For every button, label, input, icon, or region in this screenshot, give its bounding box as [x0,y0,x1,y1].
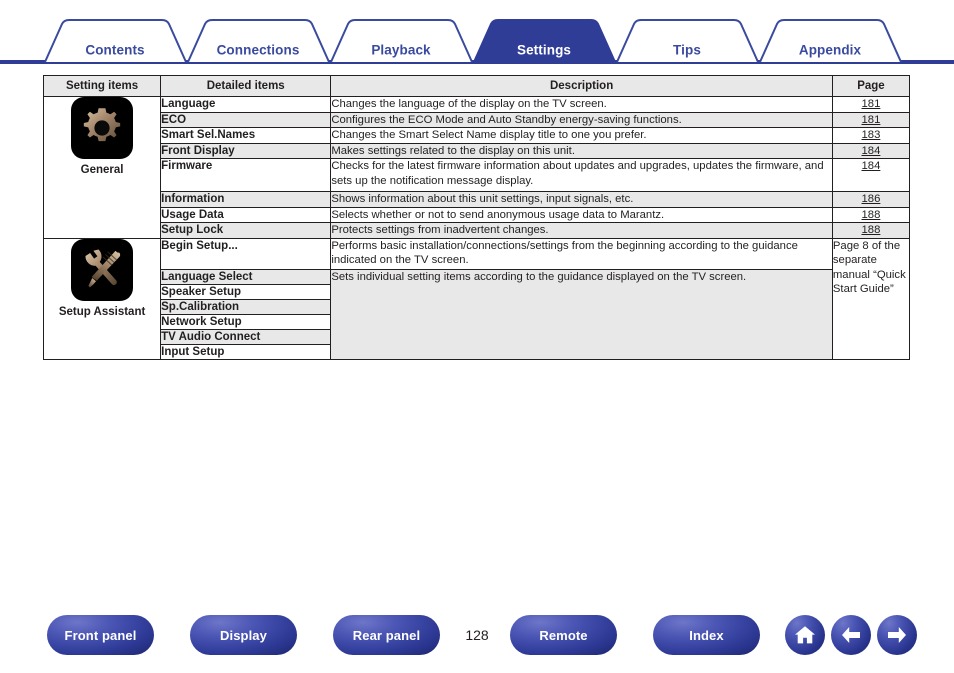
desc-information: Shows information about this unit settin… [330,191,833,208]
detail-network-setup[interactable]: Network Setup [160,313,332,330]
header-setting-items: Setting items [42,75,162,97]
page-link[interactable]: 181 [862,98,881,110]
detail-speaker-setup[interactable]: Speaker Setup [160,283,332,300]
page-link[interactable]: 184 [862,145,881,157]
front-panel-button[interactable]: Front panel [47,615,154,655]
tab-shape-contents[interactable] [44,19,187,63]
table-row: Information Shows information about this… [44,191,911,208]
desc-front-display: Makes settings related to the display on… [330,142,833,159]
back-button[interactable] [831,615,871,655]
desc-language: Changes the language of the display on t… [330,96,833,113]
detail-setup-lock[interactable]: Setup Lock [160,222,332,239]
table-row: Setup Assistant Begin Setup... Performs … [42,237,911,360]
desc-setup-assistant-items: Sets individual setting items according … [330,268,833,360]
page-link[interactable]: 188 [862,209,881,221]
detail-eco[interactable]: ECO [160,111,332,128]
tab-shape-settings[interactable] [473,19,616,63]
header-description: Description [330,75,833,97]
table-row: Language Select Sets individual setting … [44,268,910,360]
tab-shape-appendix[interactable] [759,19,902,63]
page-link[interactable]: 181 [862,114,881,126]
home-button[interactable] [785,615,825,655]
desc-begin-setup: Performs basic installation/connections/… [330,237,833,270]
detail-firmware[interactable]: Firmware [160,158,332,192]
page-firmware[interactable]: 184 [831,158,911,192]
detail-usage-data[interactable]: Usage Data [160,206,332,223]
page-language[interactable]: 181 [831,96,911,113]
settings-overview-table: Setting items Detailed items Description… [42,75,911,360]
remote-label: Remote [539,627,588,643]
tab-bar: Contents Connections Playback Settings T… [0,18,954,64]
index-button[interactable]: Index [653,615,760,655]
desc-eco: Configures the ECO Mode and Auto Standby… [330,111,833,128]
group-cell-setup-assistant: Setup Assistant [42,237,162,360]
header-detailed-items: Detailed items [160,75,332,97]
tools-icon [71,238,134,301]
page-setup-lock[interactable]: 188 [831,222,911,239]
page-link[interactable]: 183 [862,129,881,141]
remote-button[interactable]: Remote [510,615,617,655]
page-link[interactable]: 186 [862,193,881,205]
page-information[interactable]: 186 [831,191,911,208]
home-icon [795,626,815,644]
front-panel-label: Front panel [64,627,137,643]
table-row: Front Display Makes settings related to … [44,142,911,159]
page-link[interactable]: 184 [862,160,881,172]
forward-button[interactable] [877,615,917,655]
table-row: Setup Lock Protects settings from inadve… [44,222,911,239]
group-caption-setup-assistant: Setup Assistant [58,305,146,318]
rear-panel-label: Rear panel [352,627,421,643]
desc-smart-sel-names: Changes the Smart Select Name display ti… [330,127,833,144]
table-row: ECO Configures the ECO Mode and Auto Sta… [44,111,911,128]
arrow-left-icon [842,627,860,643]
footer-navigation: Front panel Display Rear panel 128 Remot… [0,615,954,660]
rear-panel-button[interactable]: Rear panel [333,615,440,655]
desc-usage-data: Selects whether or not to send anonymous… [330,206,833,223]
page-eco[interactable]: 181 [831,111,911,128]
table-row: Usage Data Selects whether or not to sen… [44,206,911,223]
page-link[interactable]: 188 [862,224,881,236]
detail-begin-setup[interactable]: Begin Setup... [160,237,332,270]
display-label: Display [220,627,267,643]
tab-shape-playback[interactable] [330,19,473,63]
desc-firmware: Checks for the latest firmware informati… [330,158,833,192]
page-smart-sel-names[interactable]: 183 [831,127,911,144]
detail-information[interactable]: Information [160,191,332,208]
table-row: General Language Changes the language of… [42,96,911,239]
gear-icon [71,97,134,159]
page-usage-data[interactable]: 188 [831,206,911,223]
page-front-display[interactable]: 184 [831,142,911,159]
tab-shape-tips[interactable] [616,19,759,63]
detail-input-setup[interactable]: Input Setup [160,343,332,360]
desc-setup-lock: Protects settings from inadvertent chang… [330,222,833,239]
tab-shape-connections[interactable] [187,19,330,63]
detail-sp-calibration[interactable]: Sp.Calibration [160,298,332,315]
detail-language[interactable]: Language [160,96,332,113]
arrow-right-icon [888,627,906,643]
tab-shapes [0,19,954,64]
page-number: 128 [465,627,489,643]
table-row: Smart Sel.Names Changes the Smart Select… [44,127,911,144]
detail-language-select[interactable]: Language Select [160,268,332,285]
index-label: Index [689,627,724,643]
table-row: Firmware Checks for the latest firmware … [44,158,911,192]
detail-tv-audio-connect[interactable]: TV Audio Connect [160,328,332,345]
page-note-setup-assistant: Page 8 of the separate manual “Quick Sta… [831,237,911,360]
detail-front-display[interactable]: Front Display [160,142,332,159]
group-caption-general: General [80,164,124,176]
header-page: Page [831,75,911,97]
table-header-row: Setting items Detailed items Description… [42,75,911,97]
display-button[interactable]: Display [190,615,297,655]
group-cell-general: General [42,96,162,239]
detail-smart-sel-names[interactable]: Smart Sel.Names [160,127,332,144]
